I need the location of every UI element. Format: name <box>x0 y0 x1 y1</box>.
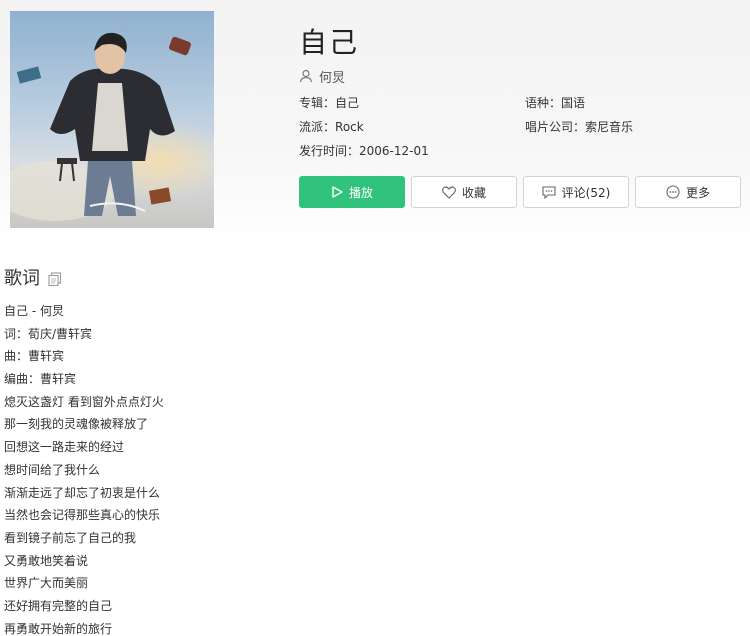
lyric-line: 词：荀庆/曹轩宾 <box>4 326 93 341</box>
artist-link[interactable]: 何炅 <box>299 66 739 86</box>
comment-icon <box>542 185 556 199</box>
genre-row: 流派：Rock <box>299 118 525 136</box>
lyric-line: 想时间给了我什么 <box>4 462 101 477</box>
lyrics-heading: 歌词 <box>4 268 40 289</box>
copy-icon[interactable] <box>48 271 62 286</box>
record-label-row: 唱片公司：索尼音乐 <box>525 118 739 136</box>
play-icon <box>332 186 343 198</box>
album-cover[interactable] <box>10 11 214 228</box>
album-link[interactable]: 自己 <box>335 96 359 110</box>
user-icon <box>299 69 313 83</box>
comment-label: 评论(52) <box>561 185 611 200</box>
song-info: 自己 何炅 专辑：自己 语种：国语 流派：Rock 唱片公司：索尼音乐 发行时间… <box>299 26 739 160</box>
action-bar: 播放 收藏 评论(52) 更多 <box>299 176 741 208</box>
album-label: 专辑： <box>299 96 336 110</box>
lyric-line: 那一刻我的灵魂像被释放了 <box>4 417 149 432</box>
lyric-line: 熄灭这盏灯 看到窗外点点灯火 <box>4 394 164 409</box>
lyric-line: 看到镜子前忘了自己的我 <box>4 530 137 545</box>
favorite-button[interactable]: 收藏 <box>411 176 517 208</box>
album-row: 专辑：自己 <box>299 94 525 112</box>
more-icon <box>666 185 680 199</box>
lyric-line: 渐渐走远了却忘了初衷是什么 <box>4 485 161 500</box>
lyric-line: 又勇敢地笑着说 <box>4 553 89 568</box>
song-title: 自己 <box>299 26 360 59</box>
song-meta: 专辑：自己 语种：国语 流派：Rock 唱片公司：索尼音乐 发行时间：2006-… <box>299 94 739 160</box>
lyric-line: 自己 - 何炅 <box>4 304 64 318</box>
play-button[interactable]: 播放 <box>299 176 405 208</box>
more-label: 更多 <box>685 185 710 200</box>
language-row: 语种：国语 <box>525 94 739 112</box>
release-row: 发行时间：2006-12-01 <box>299 142 525 160</box>
artist-name[interactable]: 何炅 <box>319 67 345 86</box>
lyric-line: 世界广大而美丽 <box>4 576 89 591</box>
release-label: 发行时间： <box>299 144 360 158</box>
release-date: 2006-12-01 <box>359 144 429 158</box>
lyric-line: 编曲：曹轩宾 <box>4 372 77 387</box>
heart-icon <box>442 185 456 199</box>
lyrics-header: 歌词 <box>4 264 404 290</box>
genre-label: 流派： <box>299 120 336 134</box>
language-value: 国语 <box>561 96 586 110</box>
record-label-label: 唱片公司： <box>525 120 586 134</box>
favorite-label: 收藏 <box>461 185 486 200</box>
comment-button[interactable]: 评论(52) <box>523 176 629 208</box>
lyric-line: 当然也会记得那些真心的快乐 <box>4 508 161 523</box>
language-label: 语种： <box>525 96 562 110</box>
lyric-line: 再勇敢开始新的旅行 <box>4 621 113 636</box>
lyric-line: 回想这一路走来的经过 <box>4 440 125 455</box>
genre-value: Rock <box>335 120 364 134</box>
play-label: 播放 <box>348 185 373 200</box>
record-label-value: 索尼音乐 <box>585 120 634 134</box>
lyrics-lines: 自己 - 何炅 词：荀庆/曹轩宾 曲：曹轩宾 编曲：曹轩宾 熄灭这盏灯 看到窗外… <box>4 300 404 636</box>
lyrics-section: 歌词 自己 - 何炅 词：荀庆/曹轩宾 曲：曹轩宾 编曲：曹轩宾 熄灭这盏灯 看… <box>4 264 404 636</box>
more-button[interactable]: 更多 <box>635 176 741 208</box>
lyric-line: 还好拥有完整的自己 <box>4 598 113 613</box>
lyric-line: 曲：曹轩宾 <box>4 349 65 364</box>
